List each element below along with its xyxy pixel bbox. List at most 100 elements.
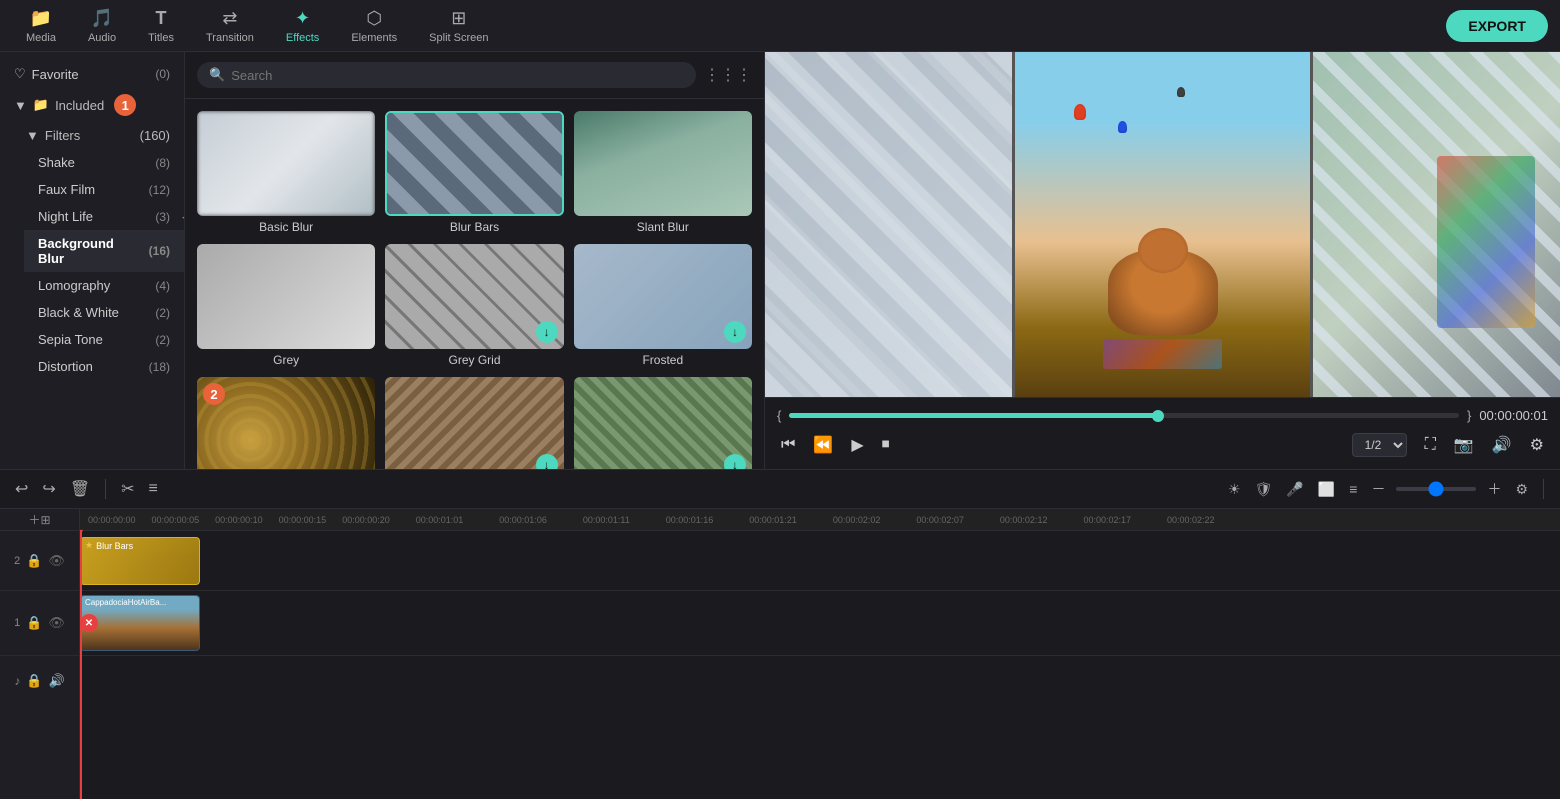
undo-button[interactable]: ↩ [12,476,31,502]
preview-panel-mid [1015,52,1311,397]
nav-elements[interactable]: ⬡ Elements [337,2,411,50]
nav-transition[interactable]: ⇄ Transition [192,2,268,50]
sidebar-item-shake[interactable]: Shake (8) [24,149,184,176]
list-button[interactable]: ≡ [146,477,161,501]
video-track: ✕ CappadociaHotAirBa... [80,591,1560,656]
preview-content [765,52,1560,397]
search-box[interactable]: 🔍 [197,62,696,88]
effect-frosted-label: Frosted [574,353,752,367]
video-clip-label: CappadociaHotAirBa... [85,598,166,607]
subtitle-button[interactable]: ≡ [1346,478,1360,500]
screenshot-button[interactable]: 📷 [1450,431,1478,459]
progress-handle[interactable] [1152,410,1164,422]
nav-split-screen[interactable]: ⊞ Split Screen [415,2,502,50]
sidebar-item-sepia-tone[interactable]: Sepia Tone (2) [24,326,184,353]
blur-bars-clip[interactable]: ★ Blur Bars [80,537,200,585]
add-track-icon: ＋⊞ [28,511,50,528]
settings-button[interactable]: ⚙ [1526,431,1548,459]
effects-toolbar: 🔍 ⋮⋮⋮ [185,52,764,99]
sun-button[interactable]: ☀ [1225,478,1244,501]
video-preview: { } 00:00:00:01 ⏮ ⏪ ▶ ⏹ 1/2 1/1 1/4 ⛶ [765,52,1560,469]
nav-audio[interactable]: 🎵 Audio [74,2,130,50]
chevron-down-icon: ▼ [14,98,27,113]
heart-icon: ♡ [14,66,26,82]
nav-media-label: Media [26,32,56,44]
redo-button[interactable]: ↪ [39,476,58,502]
track-1-eye-icon[interactable]: 👁 [48,615,65,631]
effect-interwoven[interactable]: ↓ Interwoven [385,377,563,469]
sidebar-lomography-count: (4) [155,279,170,293]
mic-button[interactable]: 🎤 [1283,478,1306,501]
sidebar-shake-label: Shake [38,155,149,170]
volume-button[interactable]: 🔊 [1488,431,1516,459]
shield-button[interactable]: 🛡 [1252,478,1276,501]
bracket-right: } [1467,408,1471,423]
preview-split [765,52,1560,397]
nav-effects[interactable]: ✦ Effects [272,2,333,50]
effects-grid: Basic Blur Blur Bars Slant Blur Grey [185,99,764,469]
sidebar-filters-header[interactable]: ▼ Filters (160) [12,122,184,149]
tracks-area: ▼ ★ Blur Bars [80,531,1560,799]
settings-tl-button[interactable]: ⚙ [1512,478,1531,501]
nav-effects-label: Effects [286,32,319,44]
effect-diamonds[interactable]: ↓ Diamonds [574,377,752,469]
zoom-slider[interactable] [1396,487,1476,491]
search-icon: 🔍 [209,67,225,83]
add-track-button[interactable]: ＋⊞ [0,509,79,531]
effect-grey-grid-label: Grey Grid [385,353,563,367]
sidebar-item-background-blur[interactable]: Background Blur (16) [24,230,184,272]
effect-interwoven-thumb: ↓ [385,377,563,469]
caption-button[interactable]: ⬜ [1315,478,1338,501]
effect-rings[interactable]: 2 Rings [197,377,375,469]
effect-slant-blur-thumb [574,111,752,216]
effect-badge-2: 2 [203,383,225,405]
nav-media[interactable]: 📁 Media [12,2,70,50]
effect-basic-blur[interactable]: Basic Blur [197,111,375,234]
play-button[interactable]: ▶ [847,431,867,459]
sidebar-sepia-tone-count: (2) [155,333,170,347]
effect-grey[interactable]: Grey [197,244,375,367]
main-area: ♡ Favorite (0) ▼ 📁 Included 1 ▼ Filters … [0,52,1560,469]
zoom-in-button[interactable]: ＋ [1484,476,1504,502]
download-icon: ↓ [536,454,558,469]
track-1-lock-icon[interactable]: 🔒 [26,615,42,631]
progress-bar[interactable] [789,413,1459,418]
audio-track [80,656,1560,706]
cut-button[interactable]: ✂ [118,476,137,502]
effect-blur-bars[interactable]: Blur Bars [385,111,563,234]
preview-panel-right [1313,52,1560,397]
audio-volume-icon[interactable]: 🔊 [49,673,65,689]
stop-button[interactable]: ⏹ [878,432,894,458]
effect-frosted[interactable]: ↓ Frosted [574,244,752,367]
effect-slant-blur[interactable]: Slant Blur [574,111,752,234]
nav-titles-label: Titles [148,32,174,44]
sidebar-item-favorite[interactable]: ♡ Favorite (0) [0,60,184,88]
skip-back-button[interactable]: ⏮ [777,432,799,458]
sidebar-item-lomography[interactable]: Lomography (4) [24,272,184,299]
export-button[interactable]: EXPORT [1446,10,1548,42]
nav-titles[interactable]: T Titles [134,2,188,50]
sidebar-item-black-white[interactable]: Black & White (2) [24,299,184,326]
video-clip[interactable]: CappadociaHotAirBa... [80,595,200,651]
track-2-lock-icon[interactable]: 🔒 [26,553,42,569]
frame-back-button[interactable]: ⏪ [809,431,837,459]
quality-select[interactable]: 1/2 1/1 1/4 [1352,433,1407,457]
clip-star-icon: ★ [85,540,93,551]
audio-note-icon: ♪ [14,674,20,688]
delete-button[interactable]: 🗑 [67,476,93,502]
grid-icon[interactable]: ⋮⋮⋮ [704,65,752,85]
audio-lock-icon[interactable]: 🔒 [26,673,42,689]
effect-diamonds-thumb: ↓ [574,377,752,469]
sidebar-item-night-life[interactable]: Night Life (3) ◀ [24,203,184,230]
time-display: 00:00:00:01 [1479,408,1548,423]
sidebar-item-faux-film[interactable]: Faux Film (12) [24,176,184,203]
sidebar-item-distortion[interactable]: Distortion (18) [24,353,184,380]
timeline-scroll-area[interactable]: 00:00:00:00 00:00:00:05 00:00:00:10 00:0… [80,509,1560,799]
effect-grey-grid[interactable]: ↓ Grey Grid [385,244,563,367]
sidebar-included-header[interactable]: ▼ 📁 Included 1 [0,88,184,122]
zoom-out-button[interactable]: － [1368,476,1388,502]
search-input[interactable] [231,68,684,83]
fullscreen-button[interactable]: ⛶ [1421,432,1440,458]
track-2-eye-icon[interactable]: 👁 [48,553,65,569]
transition-icon: ⇄ [222,8,237,29]
